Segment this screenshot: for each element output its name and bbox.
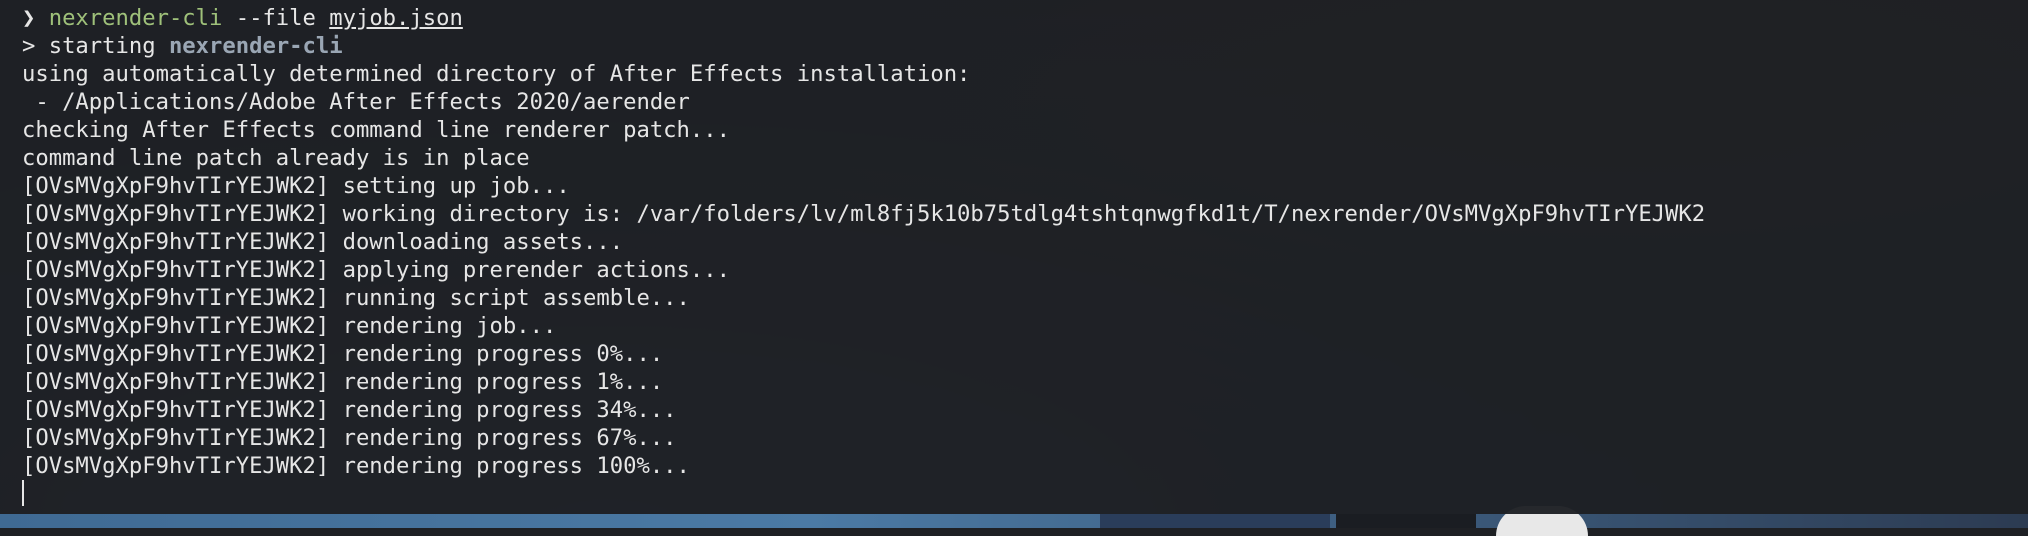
background-window-edge bbox=[1100, 514, 1330, 528]
output-line: [OVsMVgXpF9hvTIrYEJWK2] rendering progre… bbox=[22, 341, 664, 367]
output-line: using automatically determined directory… bbox=[22, 61, 971, 87]
output-line: [OVsMVgXpF9hvTIrYEJWK2] rendering job... bbox=[22, 313, 557, 339]
wallpaper-ocean bbox=[0, 514, 2028, 528]
output-line: [OVsMVgXpF9hvTIrYEJWK2] running script a… bbox=[22, 285, 690, 311]
output-line: [OVsMVgXpF9hvTIrYEJWK2] downloading asse… bbox=[22, 229, 624, 255]
starting-line: > starting nexrender-cli bbox=[22, 32, 1705, 60]
command-file-link[interactable]: myjob.json bbox=[329, 5, 463, 31]
terminal-output: ❯ nexrender-cli --file myjob.json > star… bbox=[22, 4, 1705, 480]
output-line: [OVsMVgXpF9hvTIrYEJWK2] rendering progre… bbox=[22, 369, 664, 395]
background-window-edge-dark bbox=[1336, 514, 1476, 528]
output-line: [OVsMVgXpF9hvTIrYEJWK2] applying prerend… bbox=[22, 257, 730, 283]
output-line: [OVsMVgXpF9hvTIrYEJWK2] rendering progre… bbox=[22, 397, 677, 423]
output-line: checking After Effects command line rend… bbox=[22, 117, 730, 143]
command-line: ❯ nexrender-cli --file myjob.json bbox=[22, 4, 1705, 32]
output-line: [OVsMVgXpF9hvTIrYEJWK2] rendering progre… bbox=[22, 453, 690, 479]
output-line: - /Applications/Adobe After Effects 2020… bbox=[22, 89, 690, 115]
prompt-chevron-icon: ❯ bbox=[22, 5, 36, 31]
text-cursor[interactable] bbox=[22, 480, 24, 506]
output-line: [OVsMVgXpF9hvTIrYEJWK2] rendering progre… bbox=[22, 425, 677, 451]
starting-prefix: > starting bbox=[22, 33, 169, 59]
command-program: nexrender-cli bbox=[48, 5, 223, 31]
terminal-window[interactable]: ❯ nexrender-cli --file myjob.json > star… bbox=[0, 0, 2028, 514]
command-flag: --file bbox=[235, 5, 316, 31]
starting-app-name: nexrender-cli bbox=[168, 33, 343, 59]
output-line: [OVsMVgXpF9hvTIrYEJWK2] setting up job..… bbox=[22, 173, 570, 199]
output-line: command line patch already is in place bbox=[22, 145, 530, 171]
output-line: [OVsMVgXpF9hvTIrYEJWK2] working director… bbox=[22, 201, 1706, 227]
